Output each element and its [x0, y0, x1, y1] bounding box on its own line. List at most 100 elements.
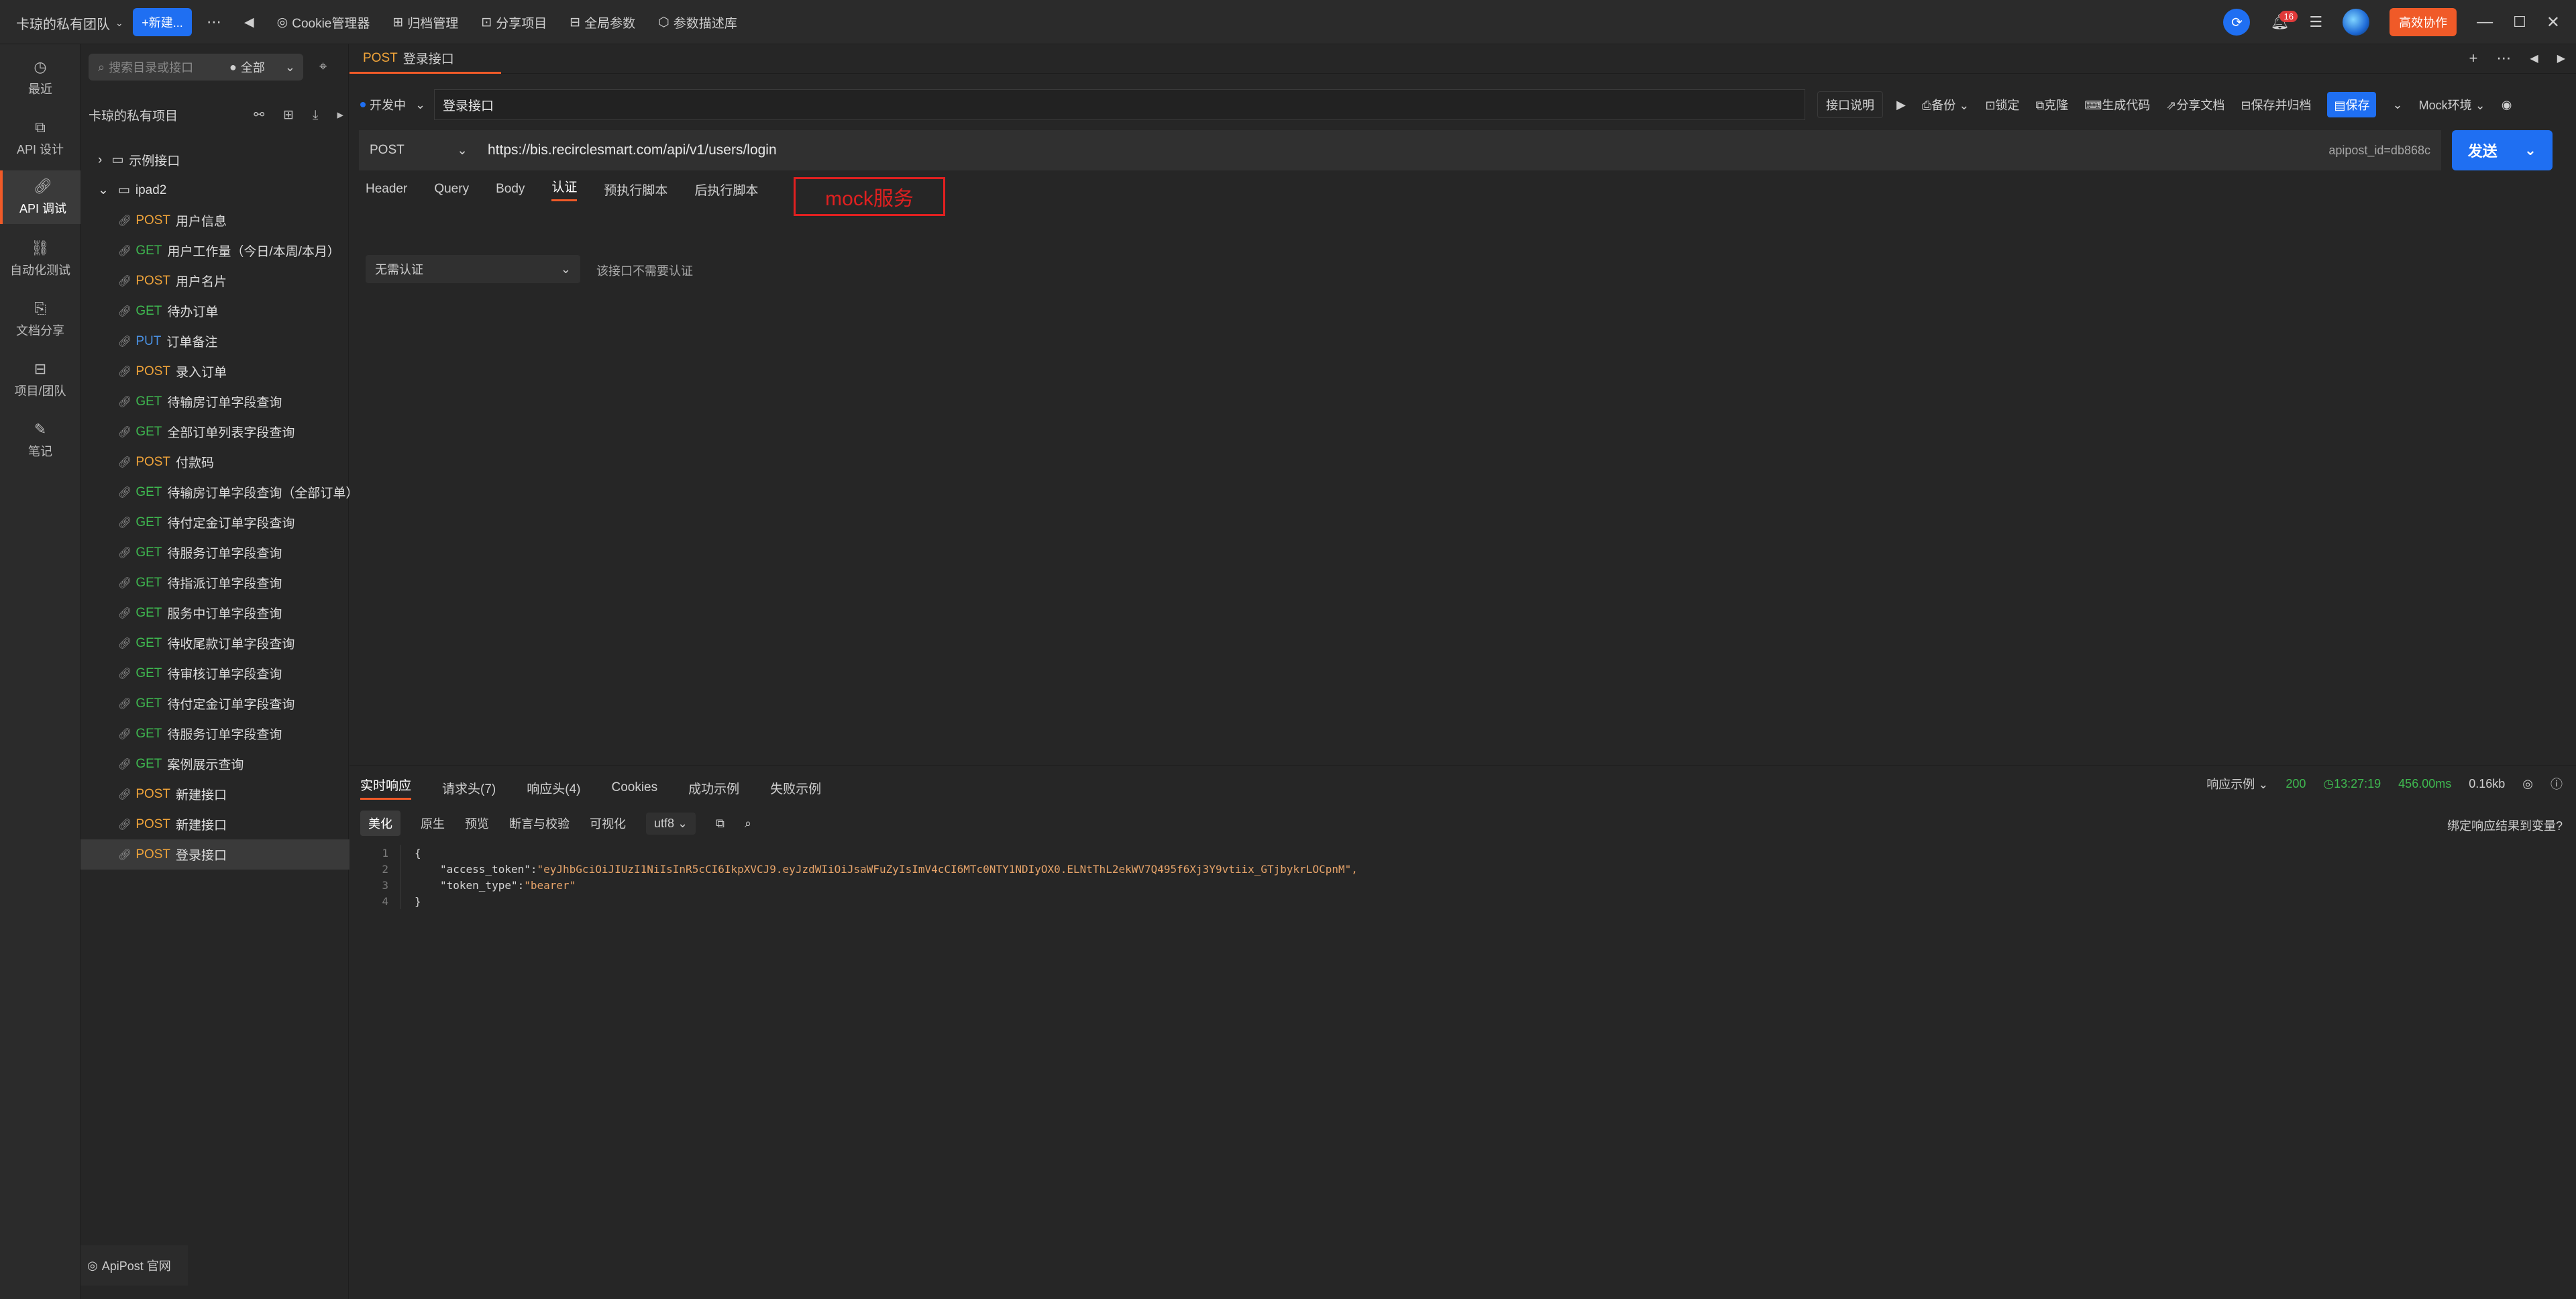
- collapse-icon[interactable]: ◀: [244, 15, 254, 30]
- tab-auth[interactable]: 认证: [551, 177, 578, 201]
- api-tree-item[interactable]: 🔗︎ GET 待付定金订单字段查询: [80, 507, 384, 537]
- new-folder-icon[interactable]: ⊞: [283, 107, 294, 123]
- arrow-left-icon[interactable]: ◀: [2530, 52, 2538, 65]
- method-select[interactable]: POST ⌄: [359, 130, 477, 170]
- globe-icon[interactable]: ◎: [2522, 777, 2533, 791]
- api-tree-item[interactable]: 🔗︎ POST 新建接口: [80, 779, 384, 809]
- archive-button[interactable]: ⊞ 归档管理: [392, 13, 458, 32]
- api-name-input[interactable]: 登录接口: [434, 89, 1805, 120]
- global-params-button[interactable]: ⊟ 全局参数: [570, 13, 635, 32]
- info-icon[interactable]: ⓘ: [2551, 775, 2563, 792]
- run-icon[interactable]: ▶: [1896, 98, 1906, 112]
- auth-type-select[interactable]: 无需认证 ⌄: [366, 255, 580, 283]
- tab-live-response[interactable]: 实时响应: [360, 776, 412, 800]
- eye-icon[interactable]: ◉: [2502, 98, 2512, 112]
- example-select[interactable]: 响应示例 ⌄: [2206, 775, 2268, 792]
- sync-icon[interactable]: ⟳: [2223, 9, 2251, 36]
- format-preview[interactable]: 预览: [465, 815, 489, 832]
- gen-code-button[interactable]: ⌨生成代码: [2084, 96, 2150, 113]
- tab-request-headers[interactable]: 请求头(7): [442, 779, 496, 797]
- notification-button[interactable]: 🔔︎ 16: [2270, 11, 2298, 31]
- url-input[interactable]: https://bis.recirclesmart.com/api/v1/use…: [477, 130, 2441, 170]
- nav-api-debug[interactable]: 🔗︎ API 调试: [0, 170, 83, 224]
- bind-variable-link[interactable]: 绑定响应结果到变量?: [2447, 817, 2563, 834]
- format-raw[interactable]: 原生: [421, 815, 445, 832]
- api-tree-item[interactable]: 🔗︎ POST 新建接口: [80, 809, 384, 839]
- api-tree-item[interactable]: 🔗︎ GET 待审核订单字段查询: [80, 658, 384, 688]
- api-tree-item[interactable]: 🔗︎ GET 待指派订单字段查询: [80, 568, 384, 598]
- api-tree-item[interactable]: 🔗︎ GET 待服务订单字段查询: [80, 537, 384, 568]
- maximize-icon[interactable]: ☐: [2513, 13, 2526, 31]
- tab-header[interactable]: Header: [366, 182, 407, 197]
- plus-icon[interactable]: +: [2469, 50, 2478, 67]
- collab-button[interactable]: 高效协作: [2390, 8, 2457, 36]
- save-dropdown-icon[interactable]: ⌄: [2392, 98, 2402, 112]
- locate-icon[interactable]: ⌖: [319, 59, 327, 74]
- tab-response-headers[interactable]: 响应头(4): [527, 779, 580, 797]
- encoding-select[interactable]: utf8 ⌄: [646, 812, 696, 835]
- nav-project-team[interactable]: ⊟ 项目/团队: [0, 353, 80, 407]
- api-tree-item[interactable]: 🔗︎ GET 待输房订单字段查询: [80, 386, 384, 417]
- tab-cookies[interactable]: Cookies: [611, 780, 657, 795]
- api-tree-item[interactable]: 🔗︎ GET 待办订单: [80, 296, 384, 326]
- new-button[interactable]: +新建...: [133, 8, 192, 36]
- api-tree-item[interactable]: 🔗︎ GET 案例展示查询: [80, 749, 384, 779]
- api-tree-item[interactable]: 🔗︎ POST 付款码: [80, 447, 384, 477]
- status-select[interactable]: 开发中 ⌄: [356, 90, 434, 119]
- api-tree-item[interactable]: 🔗︎ GET 用户工作量（今日/本周/本月）: [80, 236, 384, 266]
- lock-button[interactable]: ⊡锁定: [1985, 96, 2019, 113]
- format-assert[interactable]: 断言与校验: [509, 815, 570, 832]
- copy-icon[interactable]: ⧉: [716, 817, 724, 831]
- api-tree-item[interactable]: 🔗︎ PUT 订单备注: [80, 326, 384, 356]
- nav-recent[interactable]: ◷ 最近: [0, 51, 80, 105]
- api-tree-item[interactable]: 🔗︎ POST 登录接口: [80, 839, 384, 870]
- tab-pre-script[interactable]: 预执行脚本: [604, 180, 667, 199]
- close-icon[interactable]: ✕: [2546, 13, 2560, 32]
- backup-button[interactable]: ⎙备份 ⌄: [1922, 96, 1970, 113]
- filter-select[interactable]: ● 全部 ⌄: [229, 58, 295, 76]
- param-desc-button[interactable]: ⬡ 参数描述库: [658, 13, 737, 32]
- clone-button[interactable]: ⧉克隆: [2035, 96, 2068, 113]
- nav-auto-test[interactable]: ⛓︎ 自动化测试: [0, 232, 80, 286]
- share-doc-button[interactable]: ⇗分享文档: [2166, 96, 2224, 113]
- avatar[interactable]: [2343, 9, 2370, 36]
- search-input[interactable]: ⌕ 搜索目录或接口 ● 全部 ⌄: [89, 54, 303, 81]
- share-project-button[interactable]: ⊡ 分享项目: [481, 13, 547, 32]
- format-visual[interactable]: 可视化: [590, 815, 626, 832]
- tab-query[interactable]: Query: [434, 182, 469, 197]
- tab-fail-example[interactable]: 失败示例: [770, 779, 821, 797]
- search-icon[interactable]: ⌕: [745, 817, 751, 831]
- send-button[interactable]: 发送 ⌄: [2452, 130, 2553, 170]
- nav-api-design[interactable]: ⧉ API 设计: [0, 111, 80, 165]
- nav-doc-share[interactable]: ⎘ 文档分享: [0, 293, 80, 346]
- save-archive-button[interactable]: ⊟保存并归档: [2241, 96, 2311, 113]
- more-icon[interactable]: ⋯: [207, 13, 221, 31]
- api-tree-item[interactable]: 🔗︎ GET 全部订单列表字段查询: [80, 417, 384, 447]
- api-tree-item[interactable]: 🔗︎ GET 待服务订单字段查询: [80, 719, 384, 749]
- cookie-manager-button[interactable]: ◎ Cookie管理器: [277, 13, 370, 32]
- new-api-icon[interactable]: ⚯: [254, 107, 264, 123]
- nav-notes[interactable]: ✎ 笔记: [0, 413, 80, 467]
- api-tree-item[interactable]: 🔗︎ POST 用户名片: [80, 266, 384, 296]
- more-icon[interactable]: ▸: [337, 107, 343, 123]
- tab-post-script[interactable]: 后执行脚本: [694, 180, 758, 199]
- more-icon[interactable]: ⋯: [2496, 50, 2511, 67]
- api-tree-item[interactable]: 🔗︎ POST 用户信息: [80, 205, 384, 236]
- folder-item[interactable]: › ▭ 示例接口: [80, 145, 364, 175]
- apipost-site-link[interactable]: ◎ ApiPost 官网: [80, 1245, 188, 1286]
- api-tree-item[interactable]: 🔗︎ GET 服务中订单字段查询: [80, 598, 384, 628]
- tab-body[interactable]: Body: [496, 182, 525, 197]
- minimize-icon[interactable]: —: [2477, 13, 2493, 32]
- save-button[interactable]: ▤保存: [2327, 92, 2377, 117]
- api-doc-button[interactable]: 接口说明: [1817, 91, 1883, 118]
- api-tree-item[interactable]: 🔗︎ GET 待付定金订单字段查询: [80, 688, 384, 719]
- mock-env-select[interactable]: Mock环境 ⌄: [2419, 96, 2485, 113]
- tab-success-example[interactable]: 成功示例: [688, 779, 739, 797]
- arrow-right-icon[interactable]: ▶: [2557, 52, 2565, 65]
- team-selector[interactable]: 卡琼的私有团队 ⌄: [16, 13, 123, 33]
- api-tree-item[interactable]: 🔗︎ GET 待输房订单字段查询（全部订单）: [80, 477, 384, 507]
- api-tree-item[interactable]: 🔗︎ GET 待收尾款订单字段查询: [80, 628, 384, 658]
- tab-login-api[interactable]: POST 登录接口: [350, 44, 501, 74]
- api-tree-item[interactable]: 🔗︎ POST 录入订单: [80, 356, 384, 386]
- format-pretty[interactable]: 美化: [360, 811, 400, 836]
